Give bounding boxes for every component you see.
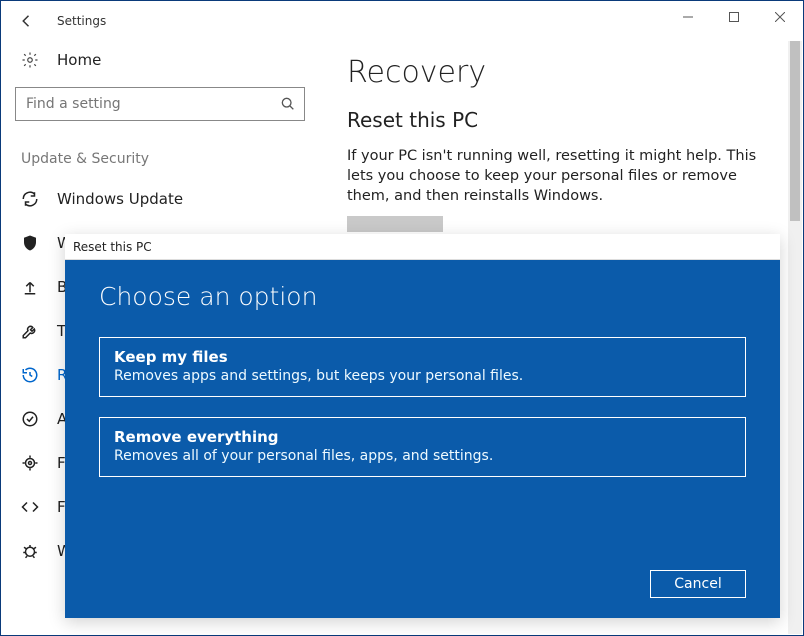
option-title: Keep my files — [114, 348, 731, 366]
shield-icon — [21, 234, 39, 252]
section-heading: Update & Security — [15, 143, 305, 177]
wrench-icon — [21, 322, 39, 340]
window-controls — [665, 1, 803, 41]
title-bar: Settings — [1, 1, 803, 41]
get-started-button[interactable] — [347, 216, 443, 232]
backup-icon — [21, 278, 39, 296]
home-link[interactable]: Home — [15, 41, 305, 87]
dialog-titlebar: Reset this PC — [65, 234, 780, 260]
sidebar-item-label: Windows Update — [57, 190, 183, 208]
back-button[interactable] — [15, 9, 39, 33]
cancel-button[interactable]: Cancel — [650, 570, 746, 598]
home-label: Home — [57, 51, 101, 69]
search-icon — [280, 96, 296, 112]
option-description: Removes apps and settings, but keeps you… — [114, 368, 731, 384]
gear-icon — [21, 51, 39, 69]
reset-pc-dialog: Reset this PC Choose an option Keep my f… — [65, 234, 780, 618]
dialog-heading: Choose an option — [99, 282, 746, 311]
refresh-icon — [21, 190, 39, 208]
history-icon — [21, 366, 39, 384]
location-icon — [21, 454, 39, 472]
check-circle-icon — [21, 410, 39, 428]
option-keep-files[interactable]: Keep my files Removes apps and settings,… — [99, 337, 746, 397]
search-box[interactable] — [15, 87, 305, 121]
option-description: Removes all of your personal files, apps… — [114, 448, 731, 464]
bug-icon — [21, 542, 39, 560]
sidebar-item-win-update[interactable]: Windows Update — [15, 177, 305, 221]
page-title: Recovery — [347, 55, 785, 90]
search-input[interactable] — [24, 95, 280, 113]
content-subheading: Reset this PC — [347, 108, 785, 132]
dialog-title: Reset this PC — [73, 240, 152, 254]
code-icon — [21, 498, 39, 516]
minimize-button[interactable] — [665, 1, 711, 33]
close-button[interactable] — [757, 1, 803, 33]
scrollbar[interactable] — [788, 41, 802, 634]
app-title: Settings — [57, 14, 106, 28]
maximize-button[interactable] — [711, 1, 757, 33]
option-remove-all[interactable]: Remove everything Removes all of your pe… — [99, 417, 746, 477]
scrollbar-thumb[interactable] — [790, 41, 800, 221]
option-title: Remove everything — [114, 428, 731, 446]
content-description: If your PC isn't running well, resetting… — [347, 146, 767, 206]
